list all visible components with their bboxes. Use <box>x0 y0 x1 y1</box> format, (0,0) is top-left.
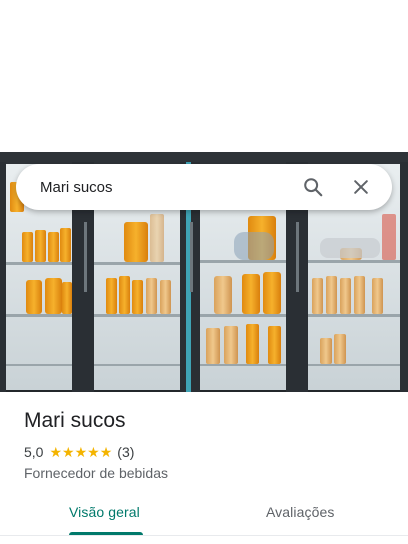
rating-row[interactable]: 5,0 ★ ★ ★ ★ ★ (3) <box>24 444 134 460</box>
search-bar <box>16 164 392 210</box>
search-button[interactable] <box>296 170 330 204</box>
star-rating: ★ ★ ★ ★ ★ <box>49 445 112 459</box>
tab-selected-indicator <box>69 532 143 535</box>
star-icon: ★ <box>49 444 63 460</box>
tab-bar: Visão geral Avaliações <box>0 492 408 536</box>
search-icon <box>304 178 323 197</box>
close-icon <box>354 180 368 194</box>
rating-value: 5,0 <box>24 444 44 460</box>
star-icon: ★ <box>99 444 113 460</box>
tab-overview[interactable]: Visão geral <box>69 504 140 520</box>
clear-search-button[interactable] <box>344 170 378 204</box>
place-category: Fornecedor de bebidas <box>24 465 168 481</box>
search-input[interactable] <box>40 178 296 196</box>
star-icon: ★ <box>87 444 100 460</box>
star-icon: ★ <box>74 444 88 460</box>
place-title: Mari sucos <box>24 409 126 432</box>
reviews-count: (3) <box>117 444 135 460</box>
blank-area <box>0 0 408 152</box>
star-icon: ★ <box>62 444 75 460</box>
tab-reviews[interactable]: Avaliações <box>266 504 334 520</box>
